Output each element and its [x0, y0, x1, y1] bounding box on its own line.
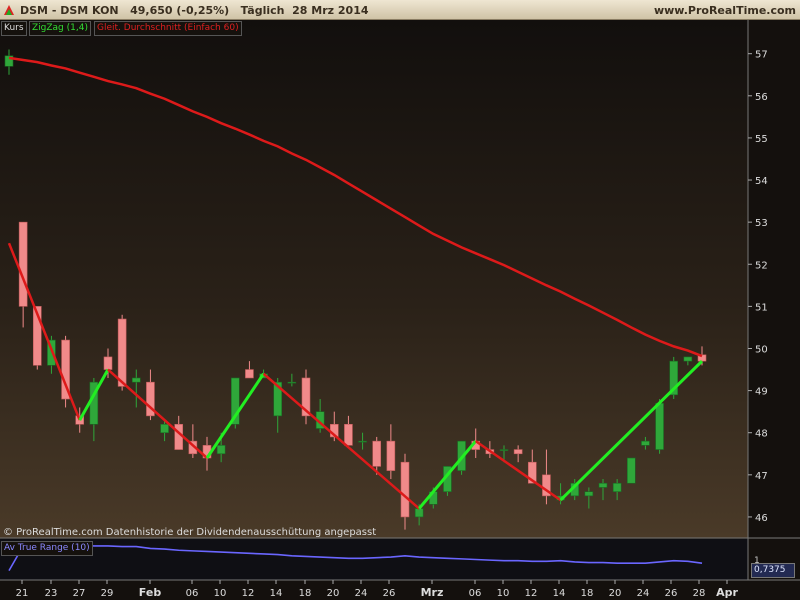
y-tick-label: 53 [755, 218, 768, 229]
candle-body [372, 440, 382, 467]
candle-body [358, 440, 367, 443]
x-tick-label: 26 [665, 588, 678, 599]
x-tick-label: 23 [45, 588, 58, 599]
candle-body [117, 318, 127, 387]
x-tick-label: 27 [73, 588, 86, 599]
legend-zigzag[interactable]: ZigZag (1,4) [29, 21, 91, 36]
y-tick-label: 48 [755, 429, 768, 440]
x-tick-label: 10 [497, 588, 510, 599]
atr-value-badge: 0,7375 [751, 563, 795, 578]
candle-body [414, 508, 424, 518]
candle-body [626, 457, 636, 484]
candle-body [612, 482, 622, 492]
x-tick-label: 12 [525, 588, 538, 599]
x-tick-label: Mrz [421, 586, 444, 599]
date-axis-bg [0, 580, 800, 600]
y-tick-label: 55 [755, 134, 768, 145]
legend-moving-average[interactable]: Gleit. Durchschnitt (Einfach 60) [94, 21, 242, 36]
x-tick-label: 06 [469, 588, 482, 599]
price-chart[interactable]: 46 47 48 49 50 51 52 53 54 55 56 57 21 23 27 29 Feb 06 10… [0, 20, 800, 600]
x-tick-label: 14 [270, 588, 283, 599]
x-tick-label: 24 [355, 588, 368, 599]
y-tick-label: 49 [755, 387, 768, 398]
candle-body [683, 356, 693, 362]
x-tick-label: 24 [637, 588, 650, 599]
candle-body [598, 482, 608, 488]
candle-body [131, 377, 141, 383]
x-tick-label: 10 [214, 588, 227, 599]
candle-body [641, 440, 650, 446]
y-tick-label: 56 [755, 92, 768, 103]
candle-body [400, 461, 410, 518]
candle-body [499, 449, 509, 451]
candle-body [245, 369, 254, 379]
candle [301, 369, 311, 425]
candle-body [174, 423, 184, 450]
x-tick-label: Apr [716, 586, 738, 599]
x-tick-label: 14 [553, 588, 566, 599]
x-tick-label: 18 [581, 588, 594, 599]
candle [626, 457, 636, 484]
candle-body [287, 381, 297, 384]
footer-note: © ProRealTime.com Datenhistorie der Divi… [3, 527, 377, 538]
site-link[interactable]: www.ProRealTime.com [654, 4, 796, 17]
x-tick-label: Feb [139, 586, 162, 599]
candle-body [216, 445, 226, 455]
x-tick-label: 21 [16, 588, 29, 599]
x-tick-label: 28 [693, 588, 706, 599]
candle-body [344, 423, 353, 446]
candle-body [18, 221, 28, 307]
x-tick-label: 18 [299, 588, 312, 599]
candle [61, 335, 70, 408]
y-tick-label: 47 [755, 471, 768, 482]
candle-body [103, 356, 113, 370]
y-tick-label: 46 [755, 513, 768, 524]
legend-atr[interactable]: Av True Range (10) [1, 541, 93, 556]
candle-body [584, 491, 594, 497]
y-tick-label: 52 [755, 260, 768, 271]
atr-panel-bg [0, 539, 748, 580]
instrument-title: DSM - DSM KON 49,650 (-0,25%) Täglich 28… [20, 4, 369, 17]
candle-body [386, 440, 396, 471]
y-tick-label: 50 [755, 344, 768, 355]
candle-body [513, 449, 523, 455]
x-tick-label: 29 [101, 588, 114, 599]
x-tick-label: 20 [327, 588, 340, 599]
chart-symbol-icon [4, 5, 14, 15]
y-tick-label: 51 [755, 302, 768, 313]
candle-body [160, 423, 169, 434]
legend-kurs[interactable]: Kurs [1, 21, 27, 36]
candle-body [655, 402, 664, 450]
x-tick-label: 20 [609, 588, 622, 599]
y-tick-label: 54 [755, 176, 768, 187]
x-tick-label: 06 [186, 588, 199, 599]
y-tick-label: 57 [755, 50, 768, 61]
x-tick-label: 26 [383, 588, 396, 599]
title-bar: DSM - DSM KON 49,650 (-0,25%) Täglich 28… [0, 0, 800, 20]
x-tick-label: 12 [242, 588, 255, 599]
